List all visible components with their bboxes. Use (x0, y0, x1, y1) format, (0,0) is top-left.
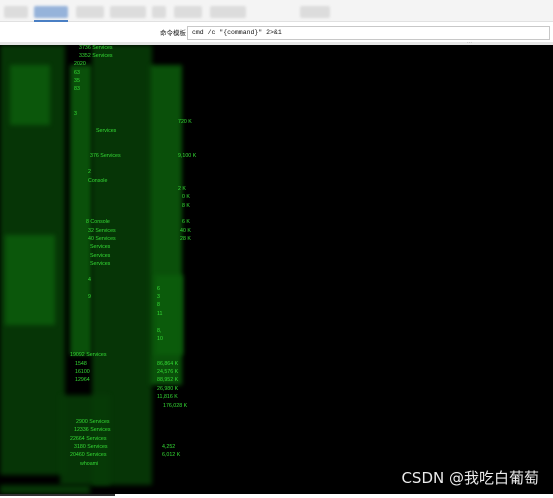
tab-1[interactable] (4, 6, 28, 18)
output-line: Services (96, 128, 117, 134)
output-line: 2900 Services (76, 419, 110, 425)
output-line: Services (90, 261, 111, 267)
output-line: 6 K (182, 219, 190, 225)
blurred-region (70, 65, 92, 355)
output-line: 2 K (178, 186, 186, 192)
output-line: 16100 (75, 369, 90, 375)
output-line: 3736 Services (79, 45, 113, 51)
output-line: 12336 Services (74, 427, 111, 433)
output-line: 8 (157, 302, 160, 308)
output-line: 83 (74, 86, 80, 92)
output-line: 26,980 K (157, 386, 179, 392)
output-line: 20460 Services (70, 452, 107, 458)
output-line: 8, (157, 328, 162, 334)
tab-7[interactable] (210, 6, 246, 18)
tab-6[interactable] (174, 6, 202, 18)
output-line: 4,252 (162, 444, 176, 450)
tab-5[interactable] (152, 6, 166, 18)
output-line: 8 K (182, 203, 190, 209)
output-line: 720 K (178, 119, 192, 125)
blurred-region (0, 485, 90, 494)
output-line: 32 Services (88, 228, 116, 234)
output-line: 24,576 K (157, 369, 179, 375)
tab-4[interactable] (110, 6, 146, 18)
output-line: 28 K (180, 236, 191, 242)
output-line: 86,864 K (157, 361, 179, 367)
output-line: 0 K (182, 194, 190, 200)
tab-2[interactable] (34, 6, 68, 18)
output-line: 11,816 K (157, 394, 178, 400)
output-line: 8 Console (86, 219, 110, 225)
watermark-text: CSDN @我吃白葡萄 (401, 469, 539, 487)
blurred-region (10, 65, 50, 125)
tab-3[interactable] (76, 6, 104, 18)
output-line: whoami (80, 461, 99, 467)
terminal-output[interactable]: 3736 Services 3352 Services 2020 63 35 8… (0, 45, 553, 494)
output-line: Services (90, 244, 111, 250)
output-line: 12964 (75, 377, 90, 383)
output-line: 3 (157, 294, 160, 300)
output-line: 88,952 K (157, 377, 179, 383)
output-line: 6,012 K (162, 452, 181, 458)
output-line: Services (90, 253, 111, 259)
command-template-input[interactable]: cmd /c "{command}" 2>&1 (187, 26, 550, 40)
command-template-row: 命令模板 cmd /c "{command}" 2>&1 (0, 22, 553, 42)
output-line: 6 (157, 286, 160, 292)
output-line: 3 (74, 111, 77, 117)
output-line: 19092 Services (70, 352, 107, 358)
tab-8[interactable] (300, 6, 330, 18)
output-line: 9,100 K (178, 153, 197, 159)
output-line: 9 (88, 294, 91, 300)
output-line: 11 (157, 311, 163, 317)
output-line: 35 (74, 78, 80, 84)
output-line: 63 (74, 70, 80, 76)
output-line: 40 Services (88, 236, 116, 242)
tab-bar (0, 0, 553, 22)
command-template-label: 命令模板 (160, 30, 186, 37)
output-line: 22664 Services (70, 436, 107, 442)
output-line: 40 K (180, 228, 191, 234)
output-line: 1548 (75, 361, 87, 367)
output-line: 2 (88, 169, 91, 175)
output-line: 4 (88, 277, 91, 283)
blurred-region (5, 235, 55, 325)
scrollbar-thumb[interactable] (0, 494, 115, 496)
output-line: 176,028 K (163, 403, 188, 409)
output-line: 2020 (74, 61, 86, 67)
output-line: 10 (157, 336, 163, 342)
output-line: 376 Services (90, 153, 121, 159)
output-line: 3352 Services (79, 53, 113, 59)
output-line: Console (88, 178, 108, 184)
output-line: 3180 Services (74, 444, 108, 450)
